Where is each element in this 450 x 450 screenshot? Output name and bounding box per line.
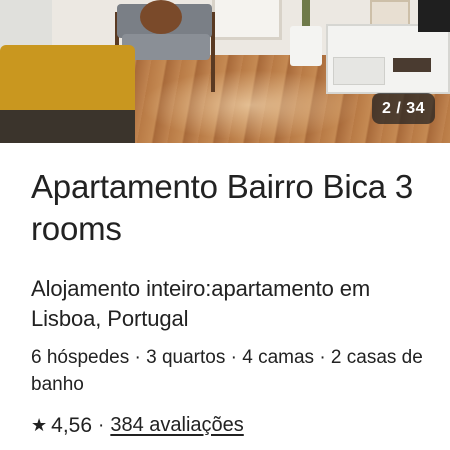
- photo-armchair-seat: [122, 34, 210, 60]
- photo-tv-drawer: [333, 57, 385, 85]
- listing-title: Apartamento Bairro Bica 3 rooms: [31, 168, 414, 247]
- photo-counter-badge: 2 / 34: [371, 93, 435, 124]
- photo-plant-pot: [290, 26, 322, 66]
- reviews-link[interactable]: 384 avaliações: [110, 412, 243, 439]
- listing-subtitle: Alojamento inteiro:apartamento em Lisboa…: [31, 276, 371, 331]
- photo-window: [212, 0, 282, 40]
- rating-separator: ·: [98, 415, 105, 436]
- listing-details: 6 hóspedes · 3 quartos · 4 camas · 2 cas…: [31, 347, 423, 395]
- photo-curtain: [0, 0, 52, 50]
- photo-tv: [418, 0, 450, 32]
- rating-value: 4,56: [51, 414, 93, 437]
- photo-books: [393, 58, 431, 72]
- star-icon: ★: [31, 415, 48, 435]
- listing-info: Apartamento Bairro Bica 3 rooms Alojamen…: [31, 166, 431, 439]
- listing-photo[interactable]: 2 / 34: [0, 0, 450, 143]
- photo-yellow-sofa: [0, 45, 135, 117]
- photo-sofa-base: [0, 110, 135, 143]
- photo-pillow: [140, 0, 182, 34]
- rating-row: ★ 4,56 · 384 avaliações: [31, 412, 431, 439]
